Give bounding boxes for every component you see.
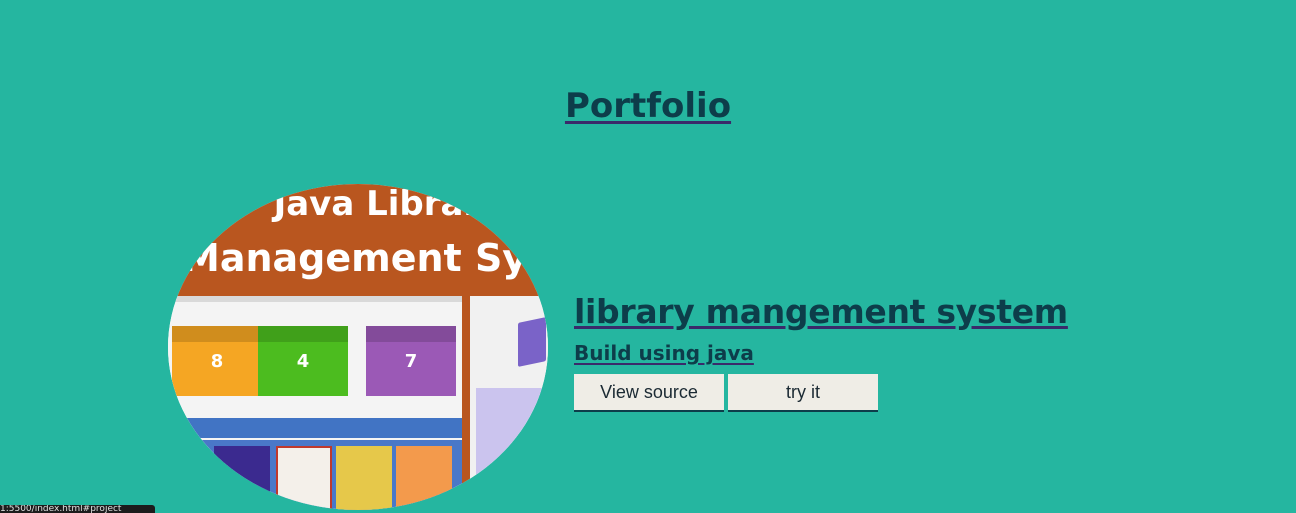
image-divider <box>462 296 470 510</box>
image-login-form <box>476 388 546 478</box>
project-info: library mangement system Build using jav… <box>574 292 1068 412</box>
image-banner-line-2: Management System <box>182 236 548 280</box>
image-card-borrowers: 4 <box>258 326 348 396</box>
image-book-cover <box>214 446 270 510</box>
image-section-band <box>168 418 464 438</box>
page-title[interactable]: Portfolio <box>0 86 1296 126</box>
project-subtitle[interactable]: Build using java <box>574 341 1068 365</box>
image-book-cover <box>276 446 332 510</box>
image-banner-line-1: Java Library <box>273 184 503 224</box>
image-banner: Java Library Management System <box>168 184 548 296</box>
book-icon <box>518 317 546 367</box>
status-bar-url: 1:5500/index.html#project <box>0 505 155 513</box>
project-screenshot-image: Java Library Management System 8 4 7 <box>168 184 548 510</box>
project-actions: View source try it <box>574 374 1068 412</box>
image-card-books: 8 <box>172 326 262 396</box>
try-it-button[interactable]: try it <box>728 374 878 412</box>
image-book-cover <box>336 446 392 510</box>
project-title[interactable]: library mangement system <box>574 292 1068 331</box>
image-card-authors: 7 <box>366 326 456 396</box>
image-login-panel <box>470 296 548 510</box>
view-source-button[interactable]: View source <box>574 374 724 412</box>
image-book-cover <box>396 446 452 510</box>
